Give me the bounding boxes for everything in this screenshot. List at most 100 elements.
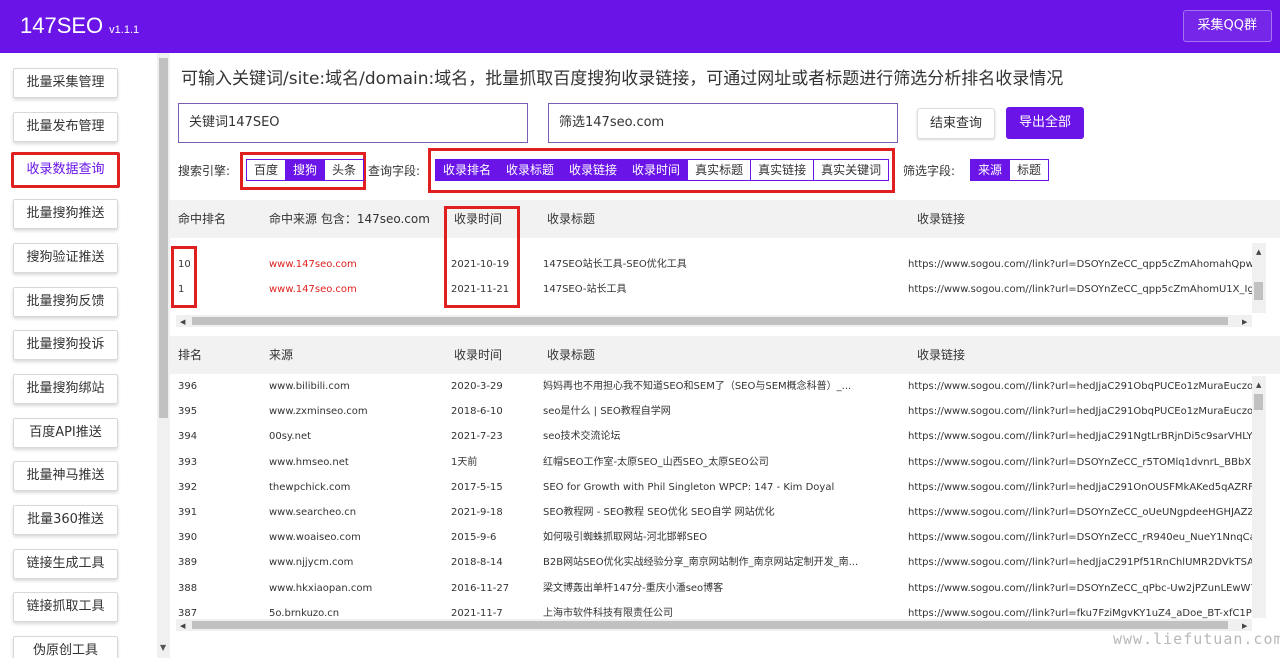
filter-field-option-0[interactable]: 来源 [971,160,1011,180]
field-option-1[interactable]: 收录标题 [499,160,563,180]
qq-group-button[interactable]: 采集QQ群 [1182,10,1272,42]
hits-vertical-thumb[interactable] [1254,282,1263,300]
sidebar-item-8[interactable]: 百度API推送 [13,417,118,448]
end-query-button[interactable]: 结束查询 [917,108,995,139]
all-vertical-thumb[interactable] [1254,394,1263,410]
filter-field-label: 筛选字段: [903,164,956,178]
rank-highlight-box [171,246,197,308]
sidebar-item-2[interactable]: 收录数据查询 [11,152,120,189]
sidebar-item-4[interactable]: 搜狗验证推送 [13,242,118,273]
hits-horizontal-thumb[interactable] [192,317,1228,325]
table-cell: 389 [178,557,198,569]
engine-option-2[interactable]: 头条 [325,160,364,180]
table-cell: www.147seo.com [269,259,357,270]
table-cell: 2018-8-14 [451,557,503,569]
sidebar-item-3[interactable]: 批量搜狗推送 [13,199,118,230]
table-cell: 2017-5-15 [451,481,503,493]
col-source[interactable]: 来源 [269,336,293,374]
all-vertical-scrollbar[interactable] [1252,376,1266,618]
sidebar-scrollbar-thumb[interactable] [159,58,168,418]
table-cell: 如何吸引蜘蛛抓取网站-河北邯郸SEO [543,532,708,544]
sidebar-item-7[interactable]: 批量搜狗绑站 [13,373,118,404]
table-cell: www.zxminseo.com [269,406,368,418]
hits-scroll-left-icon[interactable]: ◀ [180,318,185,326]
table-row[interactable]: 389 www.njjycm.com 2018-8-14 B2B网站SEO优化实战经验… [170,550,1252,575]
sidebar-item-5[interactable]: 批量搜狗反馈 [13,286,118,317]
table-cell: https://www.sogou.com//link?url=hedJjaC2… [908,381,1252,392]
col-hit-link[interactable]: 收录链接 [917,200,965,238]
table-row[interactable]: 1 www.147seo.com 2021-11-21 147SEO-站长工具 http… [170,277,1252,302]
sidebar: 批量采集管理 批量发布管理收录数据查询批量搜狗推送 搜狗验证推送 批量搜狗反馈 批量搜狗… [0,53,170,658]
table-cell: 2015-9-6 [451,532,497,544]
sidebar-item-10[interactable]: 批量360推送 [13,505,118,535]
table-row[interactable]: 393 www.hmseo.net 1天前 红帽SEO工作室-太原SEO_山西SEO_… [170,450,1252,475]
table-row[interactable]: 392 thewpchick.com 2017-5-15 SEO for Growth… [170,475,1252,500]
scroll-down-arrow-icon[interactable]: ▼ [160,643,166,652]
all-scroll-right-icon[interactable]: ▶ [1242,622,1247,630]
table-cell: www.njjycm.com [269,557,354,569]
col-link[interactable]: 收录链接 [917,336,965,374]
table-cell: www.hmseo.net [269,456,349,468]
table-cell: 1天前 [451,456,478,468]
table-cell: 147SEO站长工具-SEO优化工具 [543,259,687,270]
field-option-0[interactable]: 收录排名 [436,160,500,180]
field-option-4[interactable]: 真实标题 [688,160,752,180]
field-option-2[interactable]: 收录链接 [562,160,626,180]
table-row[interactable]: 395 www.zxminseo.com 2018-6-10 seo是什么 | SEO… [170,399,1252,424]
table-cell: 2021-9-18 [451,507,503,518]
engine-option-0[interactable]: 百度 [247,160,287,180]
all-scroll-up-icon[interactable]: ▲ [1256,381,1261,389]
table-row[interactable]: 388 www.hkxiaopan.com 2016-11-27 梁文博轰出单杆147… [170,576,1252,601]
field-option-6[interactable]: 真实关键词 [814,160,889,180]
all-scroll-left-icon[interactable]: ◀ [180,622,185,630]
table-cell: https://www.sogou.com//link?url=hedJjaC2… [908,431,1252,443]
table-row[interactable]: 390 www.woaiseo.com 2015-9-6 如何吸引蜘蛛抓取网站-河北邯… [170,525,1252,550]
hits-scroll-right-icon[interactable]: ▶ [1242,318,1247,326]
sidebar-item-9[interactable]: 批量神马推送 [13,461,118,492]
col-title[interactable]: 收录标题 [547,336,595,374]
table-cell: 梁文博轰出单杆147分-重庆小潘seo博客 [543,582,724,594]
export-all-button[interactable]: 导出全部 [1006,107,1084,139]
table-cell: 396 [178,381,198,392]
engine-label: 搜索引擎: [178,164,231,178]
sidebar-item-0[interactable]: 批量采集管理 [13,68,118,98]
col-time[interactable]: 收录时间 [454,336,502,374]
field-option-3[interactable]: 收录时间 [625,160,689,180]
table-row[interactable]: 10 www.147seo.com 2021-10-19 147SEO站长工具-SEO… [170,252,1252,277]
col-hit-source[interactable]: 命中来源 包含：147seo.com [269,200,430,238]
engine-option-1[interactable]: 搜狗 [286,160,326,180]
col-hit-title[interactable]: 收录标题 [547,200,595,238]
time-highlight-box [444,206,520,308]
field-option-5[interactable]: 真实链接 [751,160,815,180]
table-cell: B2B网站SEO优化实战经验分享_南京网站制作_南京网站定制开发_南... [543,557,859,569]
col-rank[interactable]: 排名 [178,336,202,374]
all-horizontal-thumb[interactable] [192,621,1228,629]
table-row[interactable]: 394 00sy.net 2021-7-23 seo技术交流论坛 https://www… [170,424,1252,449]
table-cell: www.searcheo.cn [269,507,357,518]
filter-input[interactable]: 筛选147seo.com [548,103,898,143]
table-cell: 393 [178,456,198,468]
col-hit-rank[interactable]: 命中排名 [178,200,226,238]
hits-scroll-up-icon[interactable]: ▲ [1256,248,1261,256]
table-cell: thewpchick.com [269,481,351,493]
table-row[interactable]: 391 www.searcheo.cn 2021-9-18 SEO教程网 - SEO教… [170,500,1252,525]
table-cell: seo是什么 | SEO教程自学网 [543,406,671,418]
table-cell: seo技术交流论坛 [543,431,621,443]
filter-field-option-1[interactable]: 标题 [1010,160,1049,180]
table-cell: www.147seo.com [269,284,357,295]
sidebar-item-13[interactable]: 伪原创工具 [13,636,118,658]
table-cell: https://www.sogou.com//link?url=DSOYnZeC… [908,259,1252,270]
table-row[interactable]: 396 www.bilibili.com 2020-3-29 妈妈再也不用担心我不知道… [170,374,1252,399]
sidebar-item-1[interactable]: 批量发布管理 [13,111,118,142]
sidebar-item-6[interactable]: 批量搜狗投诉 [13,330,118,361]
fields-selector: 收录排名 收录标题 收录链接 收录时间 真实标题 真实链接 真实关键词 [435,159,890,181]
app-version: v1.1.1 [109,24,140,36]
watermark: www.liefutuan.com [1113,630,1280,648]
table-cell: www.bilibili.com [269,381,350,392]
sidebar-item-12[interactable]: 链接抓取工具 [13,592,118,623]
keyword-input[interactable]: 关键词147SEO [178,103,528,143]
app-title: 147SEO v1.1.1 [20,13,139,39]
app-name: 147SEO [20,13,104,38]
table-cell: 红帽SEO工作室-太原SEO_山西SEO_太原SEO公司 [543,456,769,468]
sidebar-item-11[interactable]: 链接生成工具 [13,548,118,579]
